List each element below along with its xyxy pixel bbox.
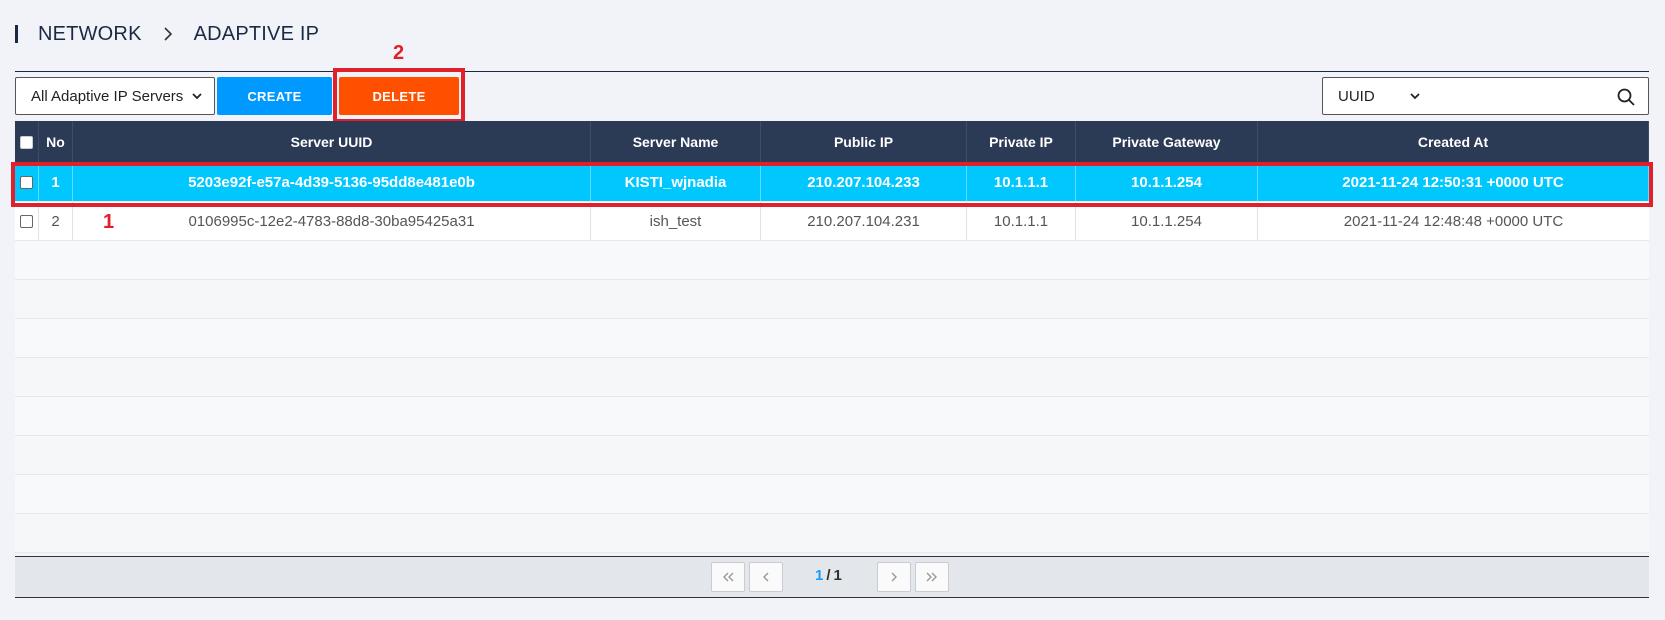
create-button[interactable]: CREATE: [217, 77, 332, 115]
column-header-no[interactable]: No: [39, 121, 73, 163]
prev-page-button[interactable]: [749, 562, 783, 592]
delete-button[interactable]: DELETE: [339, 77, 459, 115]
adaptive-ip-table: No Server UUID Server Name Public IP Pri…: [15, 121, 1649, 553]
callout-number-row: 1: [103, 211, 115, 233]
page-indicator: 1 / 1: [815, 567, 842, 584]
empty-row: [15, 514, 1649, 553]
breadcrumb-section[interactable]: NETWORK: [38, 23, 142, 46]
row-select-cell: [15, 202, 39, 240]
cell-private-ip: 10.1.1.1: [967, 163, 1076, 201]
cell-public-ip: 210.207.104.231: [761, 202, 967, 240]
table-row[interactable]: 2 0106995c-12e2-4783-88d8-30ba95425a31 i…: [15, 202, 1649, 241]
row-checkbox[interactable]: [20, 175, 33, 189]
empty-row: [15, 358, 1649, 397]
cell-created-at: 2021-11-24 12:50:31 +0000 UTC: [1258, 163, 1649, 201]
double-chevron-left-icon: [723, 572, 734, 582]
search-input[interactable]: [1433, 82, 1613, 110]
pagination: 1 / 1: [15, 556, 1649, 598]
chevron-right-icon: [164, 27, 172, 41]
table-header: No Server UUID Server Name Public IP Pri…: [15, 121, 1649, 163]
cell-no: 1: [39, 163, 73, 201]
next-page-button[interactable]: [877, 562, 911, 592]
select-all-checkbox[interactable]: [20, 135, 33, 149]
cell-uuid: 5203e92f-e57a-4d39-5136-95dd8e481e0b: [73, 163, 591, 201]
server-filter-select[interactable]: All Adaptive IP Servers: [15, 77, 215, 115]
cell-name: KISTI_wjnadia: [591, 163, 761, 201]
page-title: ADAPTIVE IP: [193, 22, 320, 45]
first-page-button[interactable]: [711, 562, 745, 592]
chevron-left-icon: [763, 572, 769, 582]
server-filter-value: All Adaptive IP Servers: [31, 87, 184, 105]
column-header-uuid[interactable]: Server UUID: [73, 121, 591, 163]
last-page-button[interactable]: [915, 562, 949, 592]
header-divider: [15, 71, 1649, 72]
empty-row: [15, 475, 1649, 514]
cell-no: 2: [39, 202, 73, 240]
callout-number-delete: 2: [393, 42, 405, 64]
table-row[interactable]: 1 5203e92f-e57a-4d39-5136-95dd8e481e0b K…: [15, 163, 1649, 202]
total-pages: 1: [833, 567, 842, 584]
column-header-created-at[interactable]: Created At: [1258, 121, 1649, 163]
current-page: 1: [815, 567, 824, 584]
breadcrumb-accent-bar: [15, 25, 18, 43]
toolbar: All Adaptive IP Servers CREATE DELETE 2 …: [15, 42, 1649, 123]
cell-gateway: 10.1.1.254: [1076, 163, 1258, 201]
row-select-cell: [15, 163, 39, 201]
empty-row: [15, 397, 1649, 436]
cell-name: ish_test: [591, 202, 761, 240]
search-type-value: UUID: [1338, 87, 1375, 105]
cell-gateway: 10.1.1.254: [1076, 202, 1258, 240]
cell-private-ip: 10.1.1.1: [967, 202, 1076, 240]
chevron-down-icon: [1410, 93, 1420, 100]
column-header-gateway[interactable]: Private Gateway: [1076, 121, 1258, 163]
cell-public-ip: 210.207.104.233: [761, 163, 967, 201]
cell-created-at: 2021-11-24 12:48:48 +0000 UTC: [1343, 212, 1564, 230]
column-header-public-ip[interactable]: Public IP: [761, 121, 967, 163]
column-header-private-ip[interactable]: Private IP: [967, 121, 1076, 163]
search-type-select[interactable]: UUID: [1338, 78, 1421, 114]
double-chevron-right-icon: [926, 572, 937, 582]
search-icon[interactable]: [1616, 87, 1636, 107]
chevron-right-icon: [891, 572, 897, 582]
header-select-cell: [15, 121, 39, 163]
column-header-name[interactable]: Server Name: [591, 121, 761, 163]
row-checkbox[interactable]: [20, 214, 33, 228]
empty-row: [15, 241, 1649, 280]
search-box: UUID: [1322, 77, 1649, 115]
breadcrumb: NETWORK ADAPTIVE IP: [15, 20, 319, 48]
empty-row: [15, 436, 1649, 475]
cell-uuid: 0106995c-12e2-4783-88d8-30ba95425a31: [73, 202, 591, 240]
chevron-down-icon: [192, 93, 202, 100]
empty-row: [15, 280, 1649, 319]
page-separator: /: [826, 567, 831, 584]
empty-row: [15, 319, 1649, 358]
